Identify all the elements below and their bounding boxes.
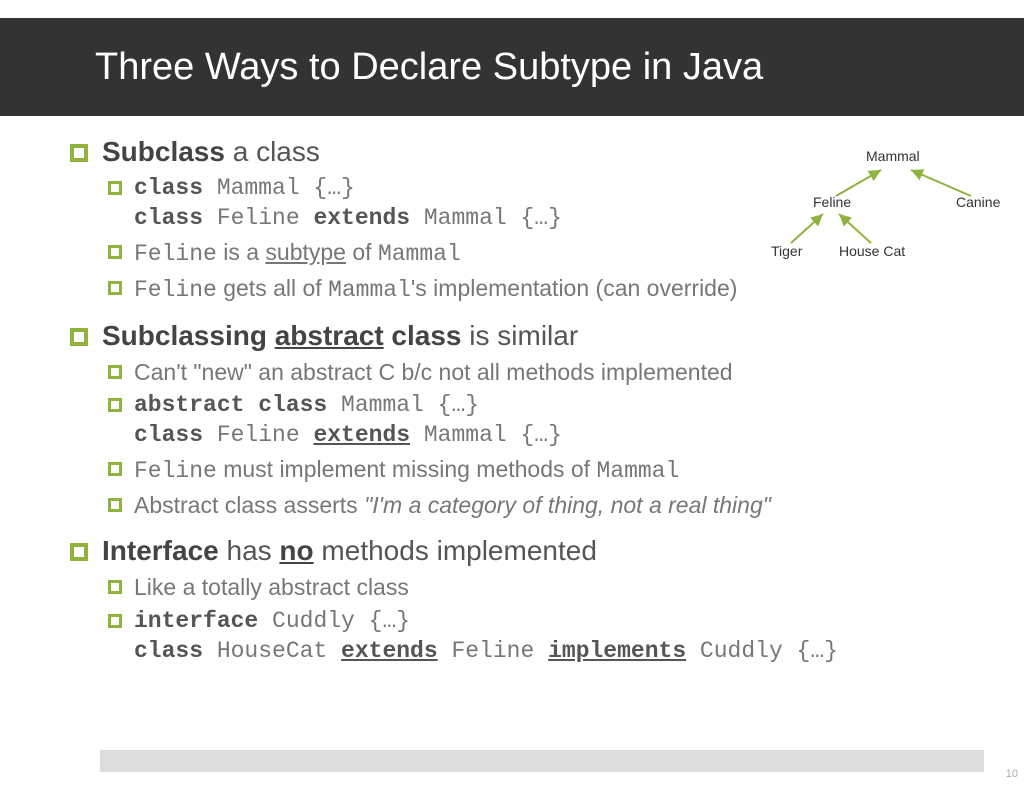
bullet-icon <box>108 281 122 295</box>
sub-bullet: Can't "new" an abstract C b/c not all me… <box>108 358 1024 388</box>
code: Cuddly {…} <box>686 638 838 664</box>
text: abstract <box>275 320 384 351</box>
sub-bullet: interface Cuddly {…} class HouseCat exten… <box>108 607 1024 667</box>
text: Feline <box>134 277 217 303</box>
text: class <box>384 320 462 351</box>
code: implements <box>548 638 686 664</box>
bullet-icon <box>108 498 122 512</box>
text: gets all of <box>217 275 328 301</box>
page-number: 10 <box>1006 768 1018 780</box>
tree-node-canine: Canine <box>956 194 1000 210</box>
tree-node-tiger: Tiger <box>771 243 802 259</box>
bullet-interface: Interface has no methods implemented <box>70 535 1024 567</box>
text: no <box>279 535 313 566</box>
bullet-icon <box>70 144 88 162</box>
footer-bar <box>100 750 984 772</box>
code: Feline <box>203 205 313 231</box>
bullet-icon <box>108 181 122 195</box>
text: Mammal <box>328 277 411 303</box>
code: Mammal {…} <box>410 422 562 448</box>
text: Subclass <box>102 136 225 167</box>
text: "I'm a category of thing, not a real thi… <box>364 492 771 518</box>
bullet-icon <box>70 328 88 346</box>
text: Feline <box>134 241 217 267</box>
text: subtype <box>265 239 346 265</box>
code: Mammal {…} <box>410 205 562 231</box>
text: is a <box>217 239 266 265</box>
bullet-abstract: Subclassing abstract class is similar <box>70 320 1024 352</box>
text: must implement missing methods of <box>217 456 597 482</box>
code: class <box>134 175 203 201</box>
code: Feline <box>438 638 548 664</box>
code: class <box>134 638 203 664</box>
text: Mammal <box>378 241 461 267</box>
text: of <box>346 239 378 265</box>
text: Feline <box>134 458 217 484</box>
text: is similar <box>462 320 579 351</box>
code: HouseCat <box>203 638 341 664</box>
code: class <box>134 205 203 231</box>
sub-bullet: abstract class Mammal {…} class Feline ex… <box>108 391 1024 451</box>
text: Like a totally abstract class <box>134 573 409 603</box>
text: Subclassing <box>102 320 275 351</box>
title-bar: Three Ways to Declare Subtype in Java <box>0 18 1024 116</box>
bullet-icon <box>108 462 122 476</box>
code: extends <box>313 422 410 448</box>
sub-bullet: Abstract class asserts "I'm a category o… <box>108 491 1024 521</box>
text: a class <box>225 136 320 167</box>
sub-bullet: Like a totally abstract class <box>108 573 1024 603</box>
sub-bullet: Feline must implement missing methods of… <box>108 455 1024 487</box>
bullet-icon <box>108 398 122 412</box>
class-hierarchy-tree: Mammal Feline Canine Tiger House Cat <box>761 148 1016 278</box>
tree-node-feline: Feline <box>813 194 851 210</box>
bullet-icon <box>70 543 88 561</box>
code: Cuddly {…} <box>258 608 410 634</box>
text: 's implementation (can override) <box>411 275 738 301</box>
tree-node-mammal: Mammal <box>866 148 920 164</box>
bullet-icon <box>108 614 122 628</box>
bullet-icon <box>108 365 122 379</box>
code: class <box>134 422 203 448</box>
text: Abstract class asserts <box>134 492 364 518</box>
sub-bullet: Feline gets all of Mammal's implementati… <box>108 274 1024 306</box>
bullet-icon <box>108 245 122 259</box>
code: Mammal {…} <box>203 175 355 201</box>
text: Can't "new" an abstract C b/c not all me… <box>134 358 733 388</box>
code: Mammal {…} <box>327 392 479 418</box>
text: Interface <box>102 535 219 566</box>
tree-node-housecat: House Cat <box>839 243 905 259</box>
code: Feline <box>203 422 313 448</box>
code: abstract class <box>134 392 327 418</box>
text: Mammal <box>596 458 679 484</box>
code: extends <box>341 638 438 664</box>
code: interface <box>134 608 258 634</box>
text: methods implemented <box>314 535 597 566</box>
code: extends <box>313 205 410 231</box>
text: has <box>219 535 280 566</box>
bullet-icon <box>108 580 122 594</box>
slide-title: Three Ways to Declare Subtype in Java <box>95 46 763 89</box>
